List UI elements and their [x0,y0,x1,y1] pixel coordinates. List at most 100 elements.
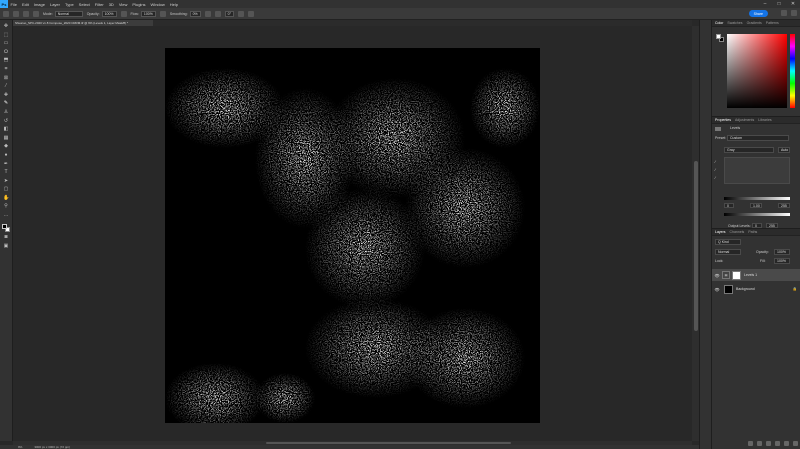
artboard-tool-icon[interactable]: ⬚ [3,32,9,38]
eyedropper-white-icon[interactable]: ⁄ [715,175,716,180]
marquee-tool-icon[interactable]: ▭ [3,41,9,46]
blend-mode-select[interactable]: Normal [715,249,741,255]
path-select-tool-icon[interactable]: ➤ [3,178,9,184]
document-size[interactable]: 3000 px x 3000 px (72 ppi) [34,445,70,449]
angle-input[interactable]: 0° [224,10,234,17]
more-tools-icon[interactable]: … [3,213,9,218]
link-layers-icon[interactable] [748,441,753,446]
airbrush-icon[interactable] [159,10,166,17]
opacity-input[interactable]: 100% [101,10,117,17]
brush-tool-icon[interactable]: ✎ [3,101,9,106]
channel-select[interactable]: Gray [724,147,774,153]
dodge-tool-icon[interactable]: ● [3,152,9,158]
zoom-level[interactable]: 9% [18,445,22,449]
menu-select[interactable]: Select [76,2,92,7]
hand-tool-icon[interactable]: ✋ [3,195,9,201]
pressure-size-icon[interactable] [238,10,244,17]
healing-tool-icon[interactable]: ✚ [3,92,9,98]
color-picker-field[interactable] [727,34,787,108]
flow-input[interactable]: 100% [140,10,156,17]
layer-name[interactable]: Levels 1 [744,273,757,277]
color-panel-foreground[interactable] [716,34,721,39]
screen-mode-icon[interactable]: ▣ [3,243,9,249]
layer-opacity-input[interactable]: 100% [774,249,790,255]
layer-mask-thumbnail[interactable] [732,270,741,280]
group-icon[interactable] [784,441,789,446]
vertical-scrollbar[interactable] [692,26,699,441]
document-canvas[interactable] [165,48,540,423]
layer-filter-kind[interactable]: Q Kind [715,239,741,245]
input-gamma-value[interactable]: 1.00 [750,203,762,208]
input-levels-gradient[interactable] [724,197,790,200]
tab-adjustments[interactable]: Adjustments [735,118,754,122]
tab-patterns[interactable]: Patterns [766,21,779,25]
input-black-value[interactable]: 0 [724,203,734,208]
brush-settings-icon[interactable] [33,10,39,17]
minimize-button[interactable]: – [758,0,772,8]
preset-select[interactable]: Custom [727,135,789,141]
lasso-tool-icon[interactable]: ⵔ [3,49,9,55]
close-button[interactable]: ✕ [786,0,800,8]
tab-layers[interactable]: Layers [715,230,726,234]
mode-select[interactable]: Normal [54,10,83,17]
quick-mask-icon[interactable]: ◙ [3,235,9,240]
layer-row-levels[interactable]: 👁 ▤ Levels 1 [712,269,800,281]
vertical-scroll-thumb[interactable] [693,161,698,331]
crop-tool-icon[interactable]: ⌗ [3,66,9,72]
output-levels-gradient[interactable] [724,213,790,216]
hue-slider[interactable] [790,34,795,108]
add-mask-icon[interactable] [766,441,771,446]
stamp-tool-icon[interactable]: ♙ [3,109,9,115]
eyedropper-gray-icon[interactable]: ⁄ [715,167,716,172]
color-panel-swatch[interactable] [716,34,724,42]
share-button[interactable]: Share [748,10,768,17]
tab-channels[interactable]: Channels [730,230,745,234]
tab-color[interactable]: Color [715,21,723,25]
visibility-eye-icon[interactable]: 👁 [714,287,720,292]
layer-row-background[interactable]: 👁 Background 🔒 [712,283,800,295]
maximize-button[interactable]: □ [772,0,786,8]
tab-gradients[interactable]: Gradients [747,21,762,25]
tab-swatches[interactable]: Swatches [727,21,742,25]
menu-edit[interactable]: Edit [19,2,31,7]
eraser-tool-icon[interactable]: ◧ [3,127,9,132]
layer-name[interactable]: Background [736,287,755,291]
menu-filter[interactable]: Filter [92,2,106,7]
layer-style-icon[interactable] [757,441,762,446]
eyedropper-tool-icon[interactable]: ⁄ [3,84,9,89]
type-tool-icon[interactable]: T [3,170,9,175]
history-brush-tool-icon[interactable]: ↺ [3,118,9,124]
home-icon[interactable] [3,10,9,17]
menu-plugins[interactable]: Plugins [130,2,148,7]
menu-layer[interactable]: Layer [47,2,62,7]
new-layer-icon[interactable] [793,441,798,446]
layer-thumbnail[interactable] [724,284,733,294]
tab-paths[interactable]: Paths [748,230,757,234]
menu-help[interactable]: Help [167,2,180,7]
menu-file[interactable]: File [8,2,19,7]
frame-tool-icon[interactable]: ⊠ [3,75,9,81]
eyedropper-black-icon[interactable]: ⁄ [715,159,716,164]
smoothing-input[interactable]: 0% [189,10,201,17]
brush-tool-icon[interactable] [13,10,19,17]
pressure-opacity-icon[interactable] [120,10,127,17]
symmetry-icon[interactable] [248,10,254,17]
adjustment-layer-icon[interactable] [775,441,780,446]
tab-properties[interactable]: Properties [715,118,731,122]
menu-image[interactable]: Image [31,2,47,7]
shape-tool-icon[interactable]: ▢ [3,187,9,192]
menu-type[interactable]: Type [63,2,77,7]
horizontal-scroll-thumb[interactable] [266,442,511,444]
smoothing-settings-icon[interactable] [204,10,211,17]
blur-tool-icon[interactable]: ◆ [3,144,9,149]
foreground-color-swatch[interactable] [2,223,7,229]
input-white-value[interactable]: 255 [778,203,790,208]
brush-preset-icon[interactable] [23,10,29,17]
visibility-eye-icon[interactable]: 👁 [714,273,720,278]
object-select-tool-icon[interactable]: ⬒ [3,58,9,63]
search-icon[interactable] [781,10,787,16]
move-tool-icon[interactable]: ✥ [3,24,9,29]
zoom-tool-icon[interactable]: ⚲ [3,204,9,209]
pen-tool-icon[interactable]: ✒ [3,161,9,167]
auto-button[interactable]: Auto [778,147,790,153]
